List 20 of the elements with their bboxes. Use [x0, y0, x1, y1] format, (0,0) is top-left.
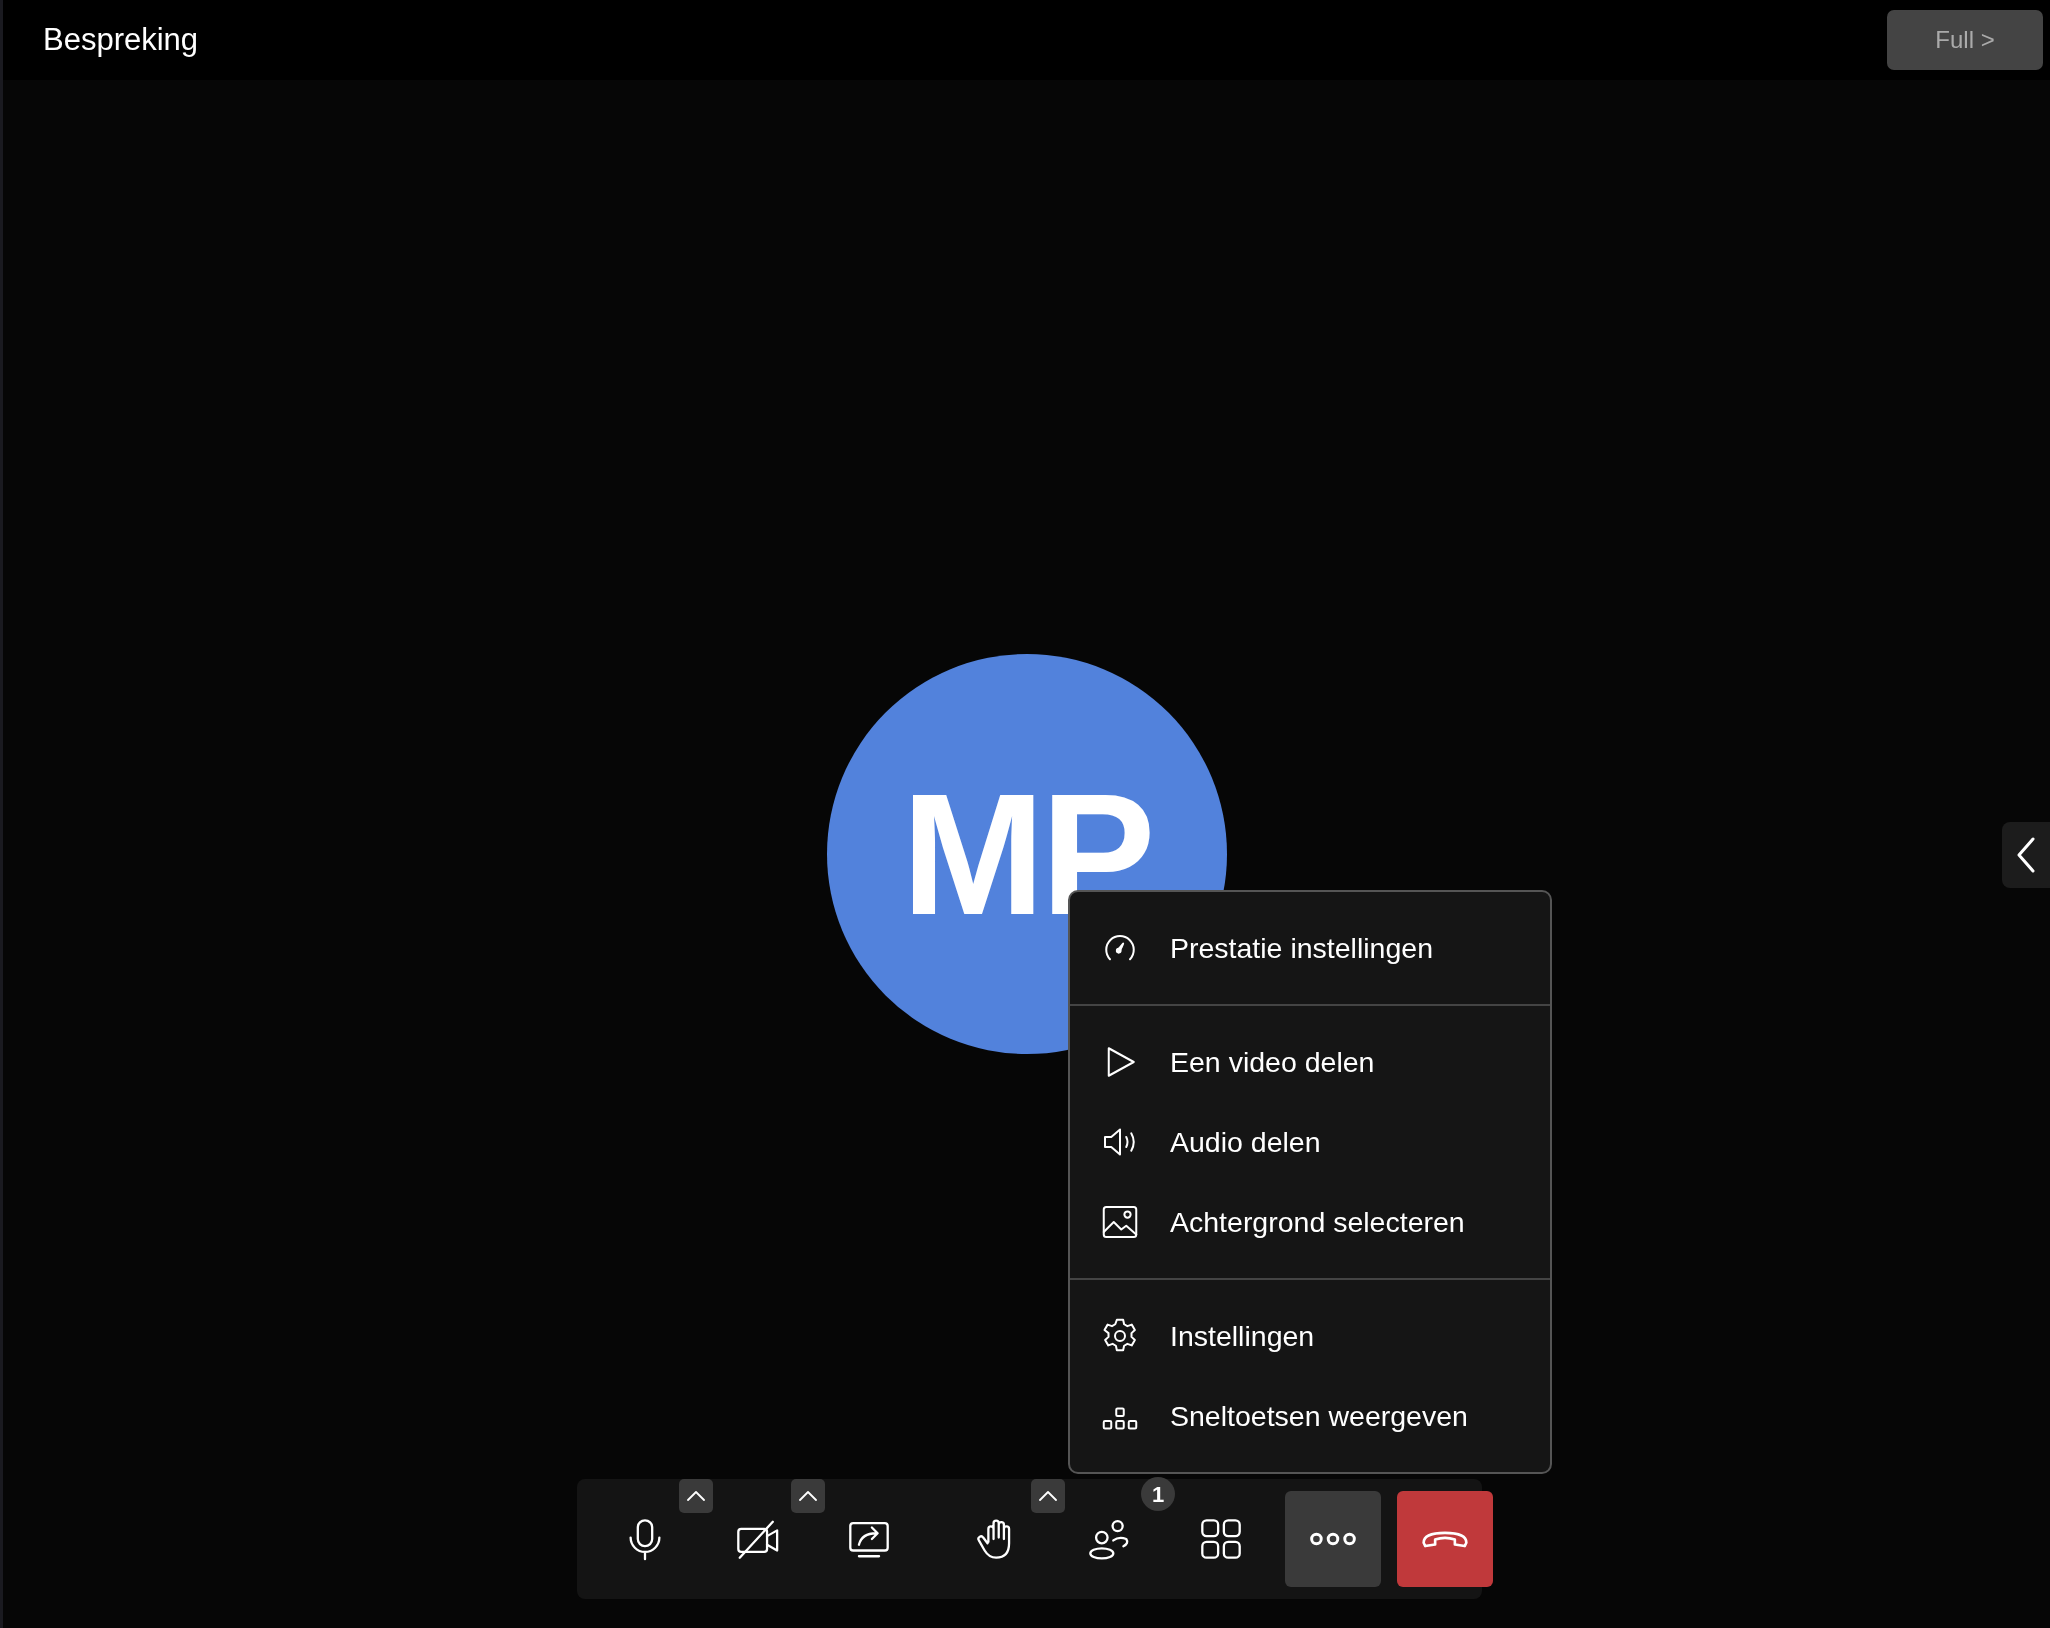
menu-item[interactable]: Achtergrond selecteren: [1070, 1182, 1550, 1262]
menu-item[interactable]: Sneltoetsen weergeven: [1070, 1376, 1550, 1456]
options-caret-button[interactable]: [791, 1479, 825, 1513]
caret-up-icon: [687, 1491, 705, 1501]
caret-up-icon: [799, 1491, 817, 1501]
full-button[interactable]: Full >: [1887, 10, 2043, 70]
window-title: Bespreking: [43, 20, 199, 59]
participant-count-badge: 1: [1141, 1477, 1175, 1511]
collapse-handle[interactable]: [2002, 822, 2050, 888]
options-caret-button[interactable]: [679, 1479, 713, 1513]
toolbar-button[interactable]: [1285, 1491, 1381, 1587]
menu-item[interactable]: Instellingen: [1070, 1296, 1550, 1376]
grid-icon: [1198, 1516, 1244, 1562]
caret-up-icon: [1039, 1491, 1057, 1501]
chevron-left-icon: [2016, 837, 2036, 873]
leave-button[interactable]: [1397, 1491, 1493, 1587]
menu-item[interactable]: Audio delen: [1070, 1102, 1550, 1182]
phone-hang-up-icon: [1422, 1530, 1468, 1548]
options-caret-button[interactable]: [1031, 1479, 1065, 1513]
more-options-icon: [1310, 1532, 1356, 1546]
